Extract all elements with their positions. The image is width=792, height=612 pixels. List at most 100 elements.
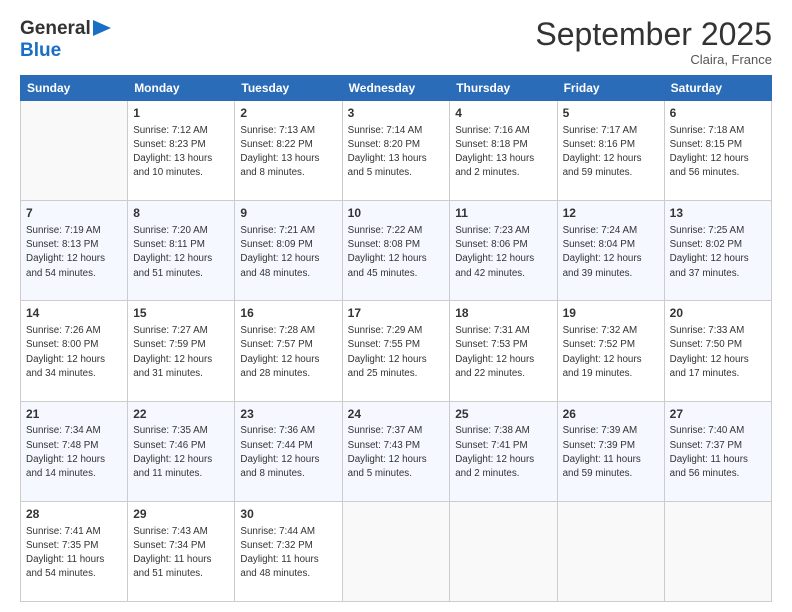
location: Claira, France bbox=[535, 52, 772, 67]
calendar-cell bbox=[450, 501, 557, 601]
day-number: 25 bbox=[455, 406, 551, 423]
day-info: Sunrise: 7:13 AMSunset: 8:22 PMDaylight:… bbox=[240, 124, 336, 181]
calendar-cell: 25Sunrise: 7:38 AMSunset: 7:41 PMDayligh… bbox=[450, 401, 557, 501]
day-info: Sunrise: 7:39 AMSunset: 7:39 PMDaylight:… bbox=[563, 424, 659, 481]
day-info: Sunrise: 7:14 AMSunset: 8:20 PMDaylight:… bbox=[348, 124, 445, 181]
calendar-cell: 8 Sunrise: 7:20 AMSunset: 8:11 PMDaylight… bbox=[128, 201, 235, 301]
day-info: Sunrise: 7:28 AMSunset: 7:57 PMDaylight:… bbox=[240, 324, 336, 381]
logo-blue: Blue bbox=[20, 40, 111, 62]
calendar-cell: 29 Sunrise: 7:43 AMSunset: 7:34 PMDayligh… bbox=[128, 501, 235, 601]
day-number: 17 bbox=[348, 305, 445, 322]
day-number: 15 bbox=[133, 305, 229, 322]
day-number: 6 bbox=[670, 105, 766, 122]
day-number: 29 bbox=[133, 506, 229, 523]
day-info: Sunrise: 7:35 AMSunset: 7:46 PMDaylight:… bbox=[133, 424, 229, 481]
day-number: 18 bbox=[455, 305, 551, 322]
calendar-cell: 11 Sunrise: 7:23 AMSunset: 8:06 PMDayligh… bbox=[450, 201, 557, 301]
day-info: Sunrise: 7:22 AMSunset: 8:08 PMDaylight:… bbox=[348, 224, 445, 281]
day-info: Sunrise: 7:25 AMSunset: 8:02 PMDaylight:… bbox=[670, 224, 766, 281]
page-header: General Blue September 2025 Claira, Fran… bbox=[20, 18, 772, 67]
calendar-cell: 21Sunrise: 7:34 AMSunset: 7:48 PMDayligh… bbox=[21, 401, 128, 501]
calendar-cell: 26Sunrise: 7:39 AMSunset: 7:39 PMDayligh… bbox=[557, 401, 664, 501]
logo-general: General bbox=[20, 18, 91, 40]
calendar-cell: 1Sunrise: 7:12 AMSunset: 8:23 PMDaylight… bbox=[128, 101, 235, 201]
day-info: Sunrise: 7:43 AMSunset: 7:34 PMDaylight:… bbox=[133, 525, 229, 582]
day-number: 30 bbox=[240, 506, 336, 523]
calendar-cell: 2 Sunrise: 7:13 AMSunset: 8:22 PMDaylight… bbox=[235, 101, 342, 201]
header-day-sunday: Sunday bbox=[21, 76, 128, 101]
day-number: 13 bbox=[670, 205, 766, 222]
calendar-week-4: 21Sunrise: 7:34 AMSunset: 7:48 PMDayligh… bbox=[21, 401, 772, 501]
calendar-cell: 10 Sunrise: 7:22 AMSunset: 8:08 PMDayligh… bbox=[342, 201, 450, 301]
calendar-cell: 4 Sunrise: 7:16 AMSunset: 8:18 PMDaylight… bbox=[450, 101, 557, 201]
calendar-week-5: 28Sunrise: 7:41 AMSunset: 7:35 PMDayligh… bbox=[21, 501, 772, 601]
day-number: 9 bbox=[240, 205, 336, 222]
calendar-cell: 14 Sunrise: 7:26 AMSunset: 8:00 PMDayligh… bbox=[21, 301, 128, 401]
day-number: 24 bbox=[348, 406, 445, 423]
month-title: September 2025 bbox=[535, 18, 772, 50]
day-number: 2 bbox=[240, 105, 336, 122]
header-day-saturday: Saturday bbox=[664, 76, 771, 101]
day-info: Sunrise: 7:41 AMSunset: 7:35 PMDaylight:… bbox=[26, 525, 122, 582]
header-day-wednesday: Wednesday bbox=[342, 76, 450, 101]
calendar-cell: 19 Sunrise: 7:32 AMSunset: 7:52 PMDayligh… bbox=[557, 301, 664, 401]
day-number: 20 bbox=[670, 305, 766, 322]
day-number: 23 bbox=[240, 406, 336, 423]
calendar-table: SundayMondayTuesdayWednesdayThursdayFrid… bbox=[20, 75, 772, 602]
day-info: Sunrise: 7:26 AMSunset: 8:00 PMDaylight:… bbox=[26, 324, 122, 381]
calendar-cell: 20 Sunrise: 7:33 AMSunset: 7:50 PMDayligh… bbox=[664, 301, 771, 401]
day-number: 11 bbox=[455, 205, 551, 222]
day-info: Sunrise: 7:20 AMSunset: 8:11 PMDaylight:… bbox=[133, 224, 229, 281]
calendar-cell bbox=[664, 501, 771, 601]
day-info: Sunrise: 7:40 AMSunset: 7:37 PMDaylight:… bbox=[670, 424, 766, 481]
calendar-cell: 22Sunrise: 7:35 AMSunset: 7:46 PMDayligh… bbox=[128, 401, 235, 501]
calendar-cell: 28Sunrise: 7:41 AMSunset: 7:35 PMDayligh… bbox=[21, 501, 128, 601]
calendar-cell bbox=[21, 101, 128, 201]
calendar-cell: 6 Sunrise: 7:18 AMSunset: 8:15 PMDaylight… bbox=[664, 101, 771, 201]
calendar-week-3: 14 Sunrise: 7:26 AMSunset: 8:00 PMDayligh… bbox=[21, 301, 772, 401]
day-info: Sunrise: 7:38 AMSunset: 7:41 PMDaylight:… bbox=[455, 424, 551, 481]
day-info: Sunrise: 7:12 AMSunset: 8:23 PMDaylight:… bbox=[133, 124, 229, 181]
calendar-cell: 18 Sunrise: 7:31 AMSunset: 7:53 PMDayligh… bbox=[450, 301, 557, 401]
calendar-cell: 30Sunrise: 7:44 AMSunset: 7:32 PMDayligh… bbox=[235, 501, 342, 601]
day-info: Sunrise: 7:27 AMSunset: 7:59 PMDaylight:… bbox=[133, 324, 229, 381]
day-info: Sunrise: 7:36 AMSunset: 7:44 PMDaylight:… bbox=[240, 424, 336, 481]
day-info: Sunrise: 7:33 AMSunset: 7:50 PMDaylight:… bbox=[670, 324, 766, 381]
calendar-cell: 24Sunrise: 7:37 AMSunset: 7:43 PMDayligh… bbox=[342, 401, 450, 501]
calendar-cell: 17 Sunrise: 7:29 AMSunset: 7:55 PMDayligh… bbox=[342, 301, 450, 401]
title-area: September 2025 Claira, France bbox=[535, 18, 772, 67]
day-number: 26 bbox=[563, 406, 659, 423]
calendar-cell: 12Sunrise: 7:24 AMSunset: 8:04 PMDayligh… bbox=[557, 201, 664, 301]
day-info: Sunrise: 7:16 AMSunset: 8:18 PMDaylight:… bbox=[455, 124, 551, 181]
day-number: 14 bbox=[26, 305, 122, 322]
day-info: Sunrise: 7:17 AMSunset: 8:16 PMDaylight:… bbox=[563, 124, 659, 181]
calendar-cell: 15 Sunrise: 7:27 AMSunset: 7:59 PMDayligh… bbox=[128, 301, 235, 401]
calendar-week-2: 7 Sunrise: 7:19 AMSunset: 8:13 PMDaylight… bbox=[21, 201, 772, 301]
day-info: Sunrise: 7:23 AMSunset: 8:06 PMDaylight:… bbox=[455, 224, 551, 281]
header-day-monday: Monday bbox=[128, 76, 235, 101]
day-info: Sunrise: 7:32 AMSunset: 7:52 PMDaylight:… bbox=[563, 324, 659, 381]
day-number: 12 bbox=[563, 205, 659, 222]
day-number: 21 bbox=[26, 406, 122, 423]
day-number: 5 bbox=[563, 105, 659, 122]
calendar-cell bbox=[557, 501, 664, 601]
day-number: 10 bbox=[348, 205, 445, 222]
calendar-cell: 3 Sunrise: 7:14 AMSunset: 8:20 PMDaylight… bbox=[342, 101, 450, 201]
day-number: 4 bbox=[455, 105, 551, 122]
calendar-cell: 5 Sunrise: 7:17 AMSunset: 8:16 PMDaylight… bbox=[557, 101, 664, 201]
day-info: Sunrise: 7:29 AMSunset: 7:55 PMDaylight:… bbox=[348, 324, 445, 381]
header-day-thursday: Thursday bbox=[450, 76, 557, 101]
day-info: Sunrise: 7:18 AMSunset: 8:15 PMDaylight:… bbox=[670, 124, 766, 181]
day-info: Sunrise: 7:21 AMSunset: 8:09 PMDaylight:… bbox=[240, 224, 336, 281]
calendar-cell: 27Sunrise: 7:40 AMSunset: 7:37 PMDayligh… bbox=[664, 401, 771, 501]
day-number: 22 bbox=[133, 406, 229, 423]
day-number: 8 bbox=[133, 205, 229, 222]
day-number: 19 bbox=[563, 305, 659, 322]
day-info: Sunrise: 7:37 AMSunset: 7:43 PMDaylight:… bbox=[348, 424, 445, 481]
day-info: Sunrise: 7:31 AMSunset: 7:53 PMDaylight:… bbox=[455, 324, 551, 381]
day-number: 16 bbox=[240, 305, 336, 322]
calendar-cell: 9 Sunrise: 7:21 AMSunset: 8:09 PMDaylight… bbox=[235, 201, 342, 301]
day-info: Sunrise: 7:19 AMSunset: 8:13 PMDaylight:… bbox=[26, 224, 122, 281]
day-number: 7 bbox=[26, 205, 122, 222]
day-number: 3 bbox=[348, 105, 445, 122]
